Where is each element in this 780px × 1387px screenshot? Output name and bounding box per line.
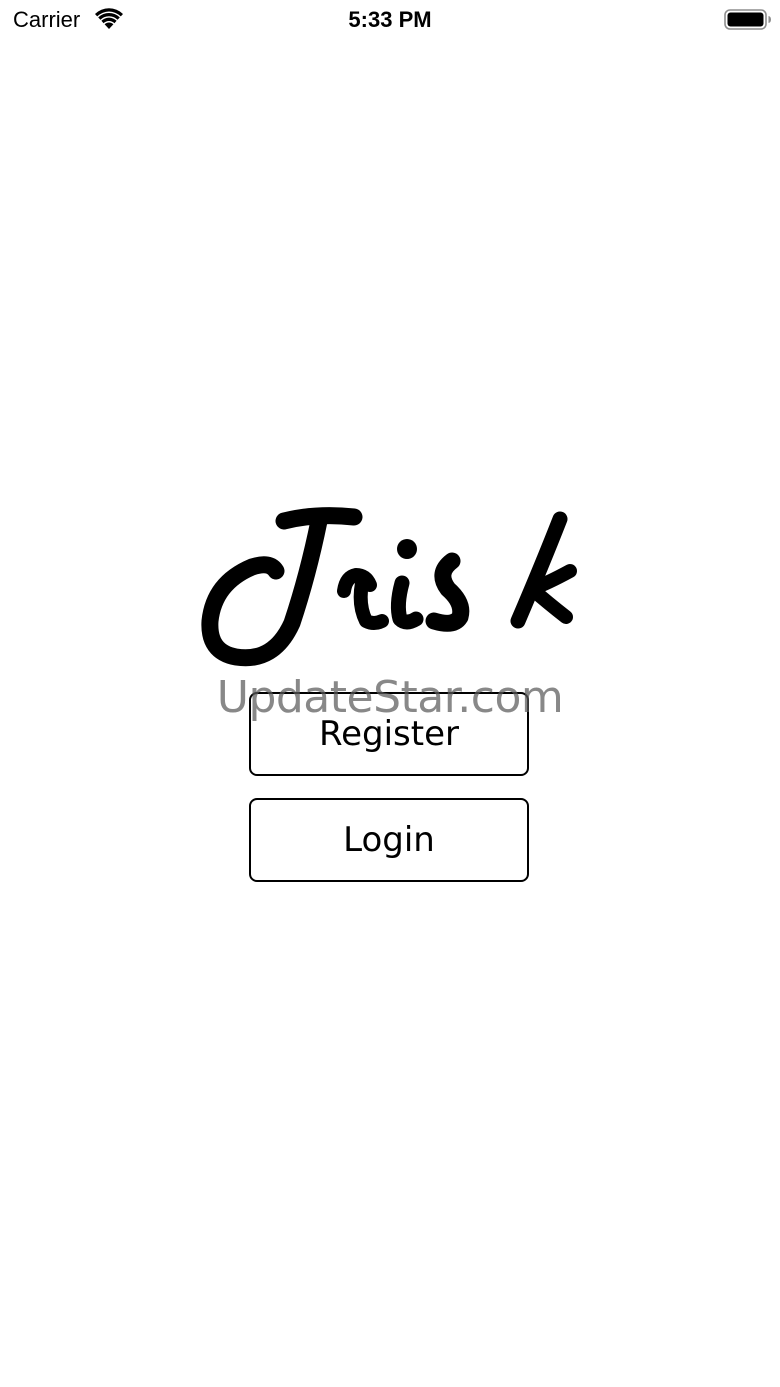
register-button[interactable]: Register	[249, 692, 529, 776]
app-logo	[196, 505, 586, 670]
status-bar: Carrier 5:33 PM	[0, 0, 780, 40]
app-logo-graphic	[201, 507, 577, 667]
login-button[interactable]: Login	[249, 798, 529, 882]
login-button-label: Login	[343, 820, 435, 860]
battery-full-icon	[724, 9, 771, 30]
status-time: 5:33 PM	[348, 7, 432, 32]
register-button-label: Register	[319, 714, 459, 754]
